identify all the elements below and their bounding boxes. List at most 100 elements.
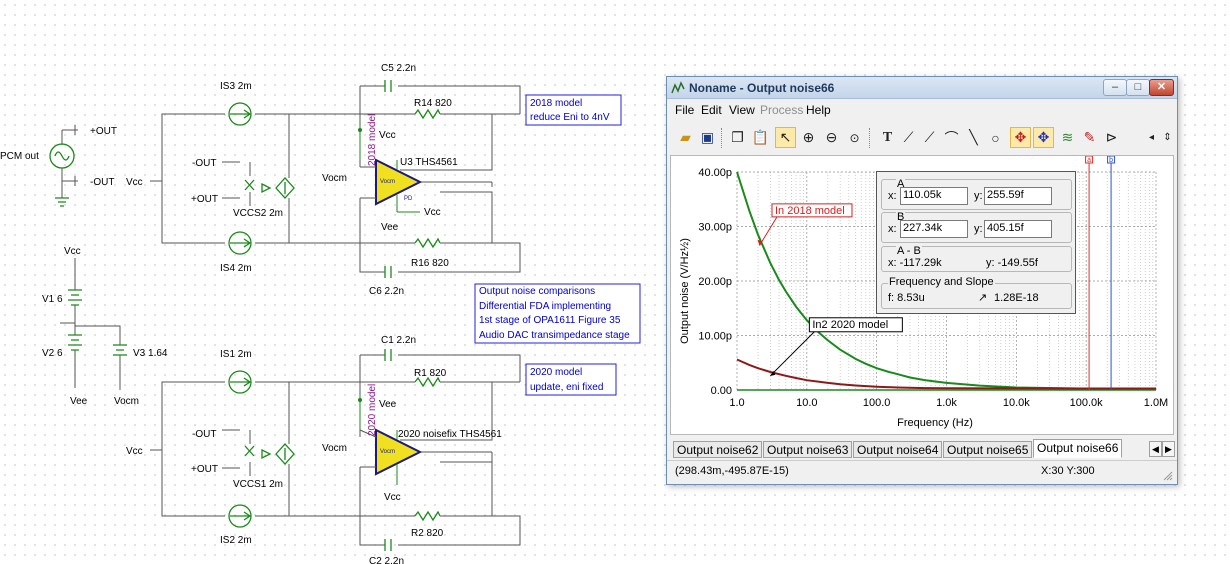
svg-text:update, eni fixed: update, eni fixed	[530, 382, 603, 393]
output-noise-window[interactable]: Noname - Output noise66 – □ ✕ File Edit …	[666, 76, 1178, 485]
u1-vertical-label: 2020 model	[367, 384, 378, 436]
app-icon	[671, 81, 685, 94]
zoom-out-icon[interactable]: ⊖	[821, 127, 842, 148]
cursor-b-y-field[interactable]: 405.15f	[984, 220, 1052, 238]
tab-output-noise62[interactable]: Output noise62	[673, 441, 763, 458]
u3-label: U3 THS4561	[400, 157, 458, 168]
draw-icon-2[interactable]: ⟋	[919, 127, 940, 148]
cursor-b-x-field[interactable]: 227.34k	[900, 220, 968, 238]
freq-slope-group: Frequency and Slope f: 8.53u ↗ 1.28E-18	[881, 276, 1072, 309]
menu-edit[interactable]: Edit	[701, 103, 722, 117]
zoom-100-icon[interactable]: ⊙	[844, 127, 865, 148]
copy-icon[interactable]: ❐	[727, 127, 748, 148]
plot-area[interactable]: 1.0 10.0 100.0 1.0k 10.0k 100.0k 1.0M 0.00 10.00…	[670, 155, 1174, 435]
open-folder-icon[interactable]: ▰	[675, 127, 696, 148]
r1-label: R1 820	[414, 368, 447, 379]
r14-label: R14 820	[414, 98, 452, 109]
resize-grip-icon[interactable]	[1163, 471, 1173, 481]
scroll-up-down-icon[interactable]: ⇕	[1157, 127, 1178, 148]
slope-icon: ↗	[978, 292, 988, 304]
flag-icon[interactable]: ⊳	[1101, 127, 1122, 148]
vee-label: Vee	[70, 396, 88, 407]
vee-label: Vee	[379, 399, 397, 410]
zoom-in-icon[interactable]: ⊕	[798, 127, 819, 148]
close-button[interactable]: ✕	[1149, 79, 1174, 96]
vcc-label: Vcc	[379, 130, 396, 141]
draw-icon-3[interactable]: ⌒	[941, 127, 962, 148]
cursor-a-x-field[interactable]: 110.05k	[900, 187, 968, 205]
annotation-2018-label: In 2018 model	[775, 205, 845, 217]
tab-output-noise66[interactable]: Output noise66	[1033, 439, 1123, 458]
line-tool-icon[interactable]: ╲	[963, 127, 984, 148]
cursor-readout-panel[interactable]: A x: 110.05k y: 255.59f B x: 227.34k y: …	[876, 171, 1076, 314]
x-tick-label: 100.0k	[1070, 397, 1104, 409]
marker-icon[interactable]: ✎	[1079, 127, 1100, 148]
v2-label: V2 6	[42, 348, 63, 359]
svg-text:2020 model: 2020 model	[530, 367, 582, 378]
freq-value: f: 8.53u	[888, 292, 925, 304]
note-main[interactable]: Output noise comparisons Differential FD…	[474, 283, 641, 344]
svg-text:Output noise comparisons: Output noise comparisons	[479, 286, 595, 297]
circle-tool-icon[interactable]: ○	[985, 127, 1006, 148]
maximize-button[interactable]: □	[1126, 79, 1150, 96]
minus-out-label: -OUT	[192, 158, 216, 169]
plus-out-label: +OUT	[191, 464, 218, 475]
v3-label: V3 1.64	[133, 348, 168, 359]
slope-value: 1.28E-18	[994, 292, 1039, 304]
pointer-icon[interactable]: ↖	[775, 127, 796, 148]
amp-vocm-pin-label: Vocm	[380, 179, 395, 185]
x-tick-label: 10.0	[796, 397, 817, 409]
text-tool-icon[interactable]: T	[877, 127, 898, 148]
vocm-label: Vocm	[114, 396, 139, 407]
vocm-label: Vocm	[322, 443, 347, 454]
note-2018[interactable]: 2018 model reduce Eni to 4nV	[525, 94, 622, 126]
cursor-a-label: a	[1087, 157, 1091, 164]
diff-x-value: x: -117.29k	[888, 257, 942, 269]
add-curve-icon[interactable]: ≋	[1057, 127, 1078, 148]
is3-label: IS3 2m	[220, 81, 252, 92]
tab-output-noise64[interactable]: Output noise64	[853, 441, 943, 458]
tab-output-noise63[interactable]: Output noise63	[763, 441, 853, 458]
vcc-label: Vcc	[126, 177, 143, 188]
cursor-a-icon[interactable]: ✥	[1010, 127, 1031, 148]
svg-text:1st stage of OPA1611 Figure 35: 1st stage of OPA1611 Figure 35	[479, 315, 621, 326]
menu-process[interactable]: Process	[760, 103, 803, 117]
annotation-arrow	[759, 216, 778, 246]
is1-label: IS1 2m	[220, 349, 252, 360]
status-position: X:30 Y:300	[1041, 465, 1095, 477]
cursor-diff-group: A - B x: -117.29k y: -149.55f	[881, 245, 1072, 272]
vccs1-label: VCCS1 2m	[233, 479, 283, 490]
vocm-label: Vocm	[322, 173, 347, 184]
menu-file[interactable]: File	[675, 103, 694, 117]
tab-scroll-left-icon[interactable]: ◀	[1149, 441, 1162, 457]
menu-bar: File Edit View Process Help	[667, 100, 1177, 120]
annotation-2020-label: In2 2020 model	[812, 319, 888, 331]
cursor-b-group: B x: 227.34k y: 405.15f	[881, 211, 1072, 243]
x-tick-label: 100.0	[863, 397, 891, 409]
r2-label: R2 820	[411, 528, 444, 539]
diff-y-value: y: -149.55f	[986, 257, 1038, 269]
cursor-a-group: A x: 110.05k y: 255.59f	[881, 178, 1072, 210]
menu-help[interactable]: Help	[806, 103, 831, 117]
minus-out-label: -OUT	[90, 177, 114, 188]
cursor-b-icon[interactable]: ✥	[1033, 127, 1054, 148]
tab-output-noise65[interactable]: Output noise65	[943, 441, 1033, 458]
paste-icon[interactable]: 📋	[750, 127, 771, 148]
note-2020[interactable]: 2020 model update, eni fixed	[525, 363, 617, 396]
amp-pd-pin-label: PD	[404, 196, 413, 202]
cursor-a-y-field[interactable]: 255.59f	[984, 187, 1052, 205]
plus-out-label: +OUT	[191, 194, 218, 205]
x-axis-label: Frequency (Hz)	[897, 417, 973, 429]
schematic-canvas[interactable]: PCM out +OUT -OUT Vcc -OUT +OUT IS3 2m I…	[0, 0, 665, 564]
c5-label: C5 2.2n	[381, 63, 416, 74]
minimize-button[interactable]: –	[1103, 79, 1127, 96]
menu-view[interactable]: View	[729, 103, 755, 117]
y-tick-label: 20.00p	[698, 276, 732, 288]
c6-label: C6 2.2n	[369, 286, 404, 297]
tab-strip: Output noise62 Output noise63 Output noi…	[673, 439, 1149, 458]
r16-label: R16 820	[411, 258, 449, 269]
title-bar[interactable]: Noname - Output noise66 – □ ✕	[667, 77, 1177, 99]
tab-scroll-right-icon[interactable]: ▶	[1162, 441, 1175, 457]
draw-icon-1[interactable]: ⟋	[898, 127, 919, 148]
save-icon[interactable]: ▣	[697, 127, 718, 148]
